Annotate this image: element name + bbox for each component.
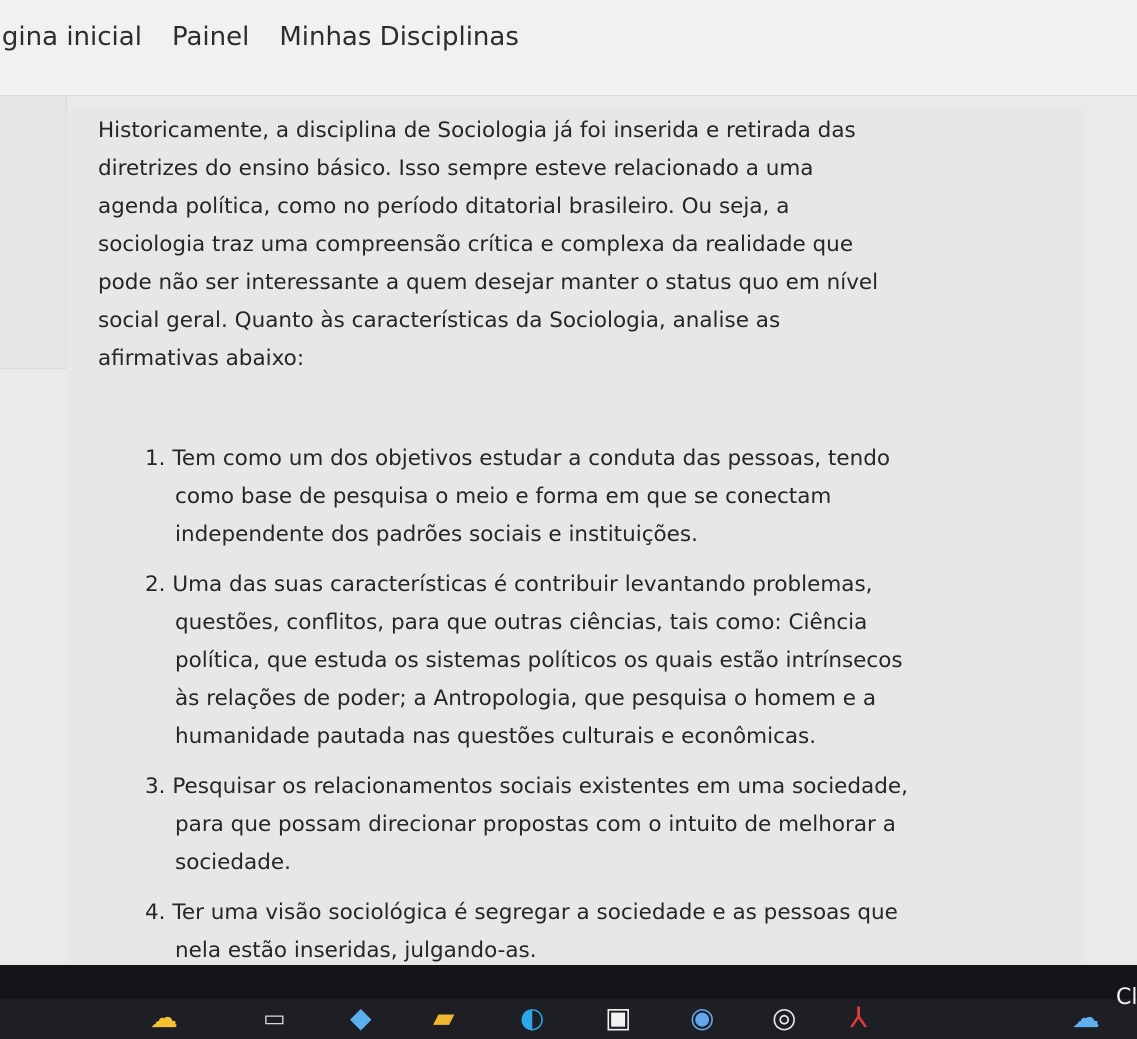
statement-item-4: 4. Ter uma visão sociológica é segregar … — [145, 894, 1025, 970]
question-intro: Historicamente, a disciplina de Sociolog… — [98, 112, 1018, 378]
statement-number: 1. — [145, 446, 166, 471]
nav-my-courses-link[interactable]: Minhas Disciplinas — [279, 22, 519, 52]
store-icon[interactable]: ▣ — [605, 1003, 631, 1033]
top-navigation-bar: ágina inicial Painel Minhas Disciplinas — [0, 0, 1137, 96]
nav-home-link[interactable]: ágina inicial — [0, 22, 142, 52]
intro-line: Historicamente, a disciplina de Sociolog… — [98, 118, 856, 143]
statement-line: Pesquisar os relacionamentos sociais exi… — [172, 774, 908, 799]
statement-line: Ter uma visão sociológica é segregar a s… — [172, 900, 898, 925]
app-icon[interactable]: ◉ — [690, 1003, 714, 1033]
intro-line: agenda política, como no período ditator… — [98, 194, 790, 219]
statement-line: política, que estuda os sistemas polític… — [175, 648, 903, 673]
chrome-icon[interactable]: ◎ — [772, 1003, 796, 1033]
statement-number: 3. — [145, 774, 166, 799]
statement-line: Uma das suas características é contribui… — [172, 572, 873, 597]
statement-number: 4. — [145, 900, 166, 925]
statement-line: como base de pesquisa o meio e forma em … — [175, 484, 832, 509]
tray-weather-icon[interactable]: ☁ — [1072, 1003, 1100, 1033]
statement-number: 2. — [145, 572, 166, 597]
statement-line: questões, conflitos, para que outras ciê… — [175, 610, 868, 635]
intro-line: social geral. Quanto às características … — [98, 308, 781, 333]
statement-line: sociedade. — [175, 850, 291, 875]
intro-line: pode não ser interessante a quem desejar… — [98, 270, 879, 295]
statement-item-3: 3. Pesquisar os relacionamentos sociais … — [145, 768, 1025, 882]
copilot-icon[interactable]: ◆ — [350, 1003, 372, 1033]
acrobat-icon[interactable]: ⅄ — [850, 1003, 867, 1033]
breadcrumb-nav: ágina inicial Painel Minhas Disciplinas — [0, 22, 519, 52]
statement-list: 1. Tem como um dos objetivos estudar a c… — [145, 440, 1025, 982]
clock-partial[interactable]: Cl — [1116, 985, 1137, 1010]
file-explorer-icon[interactable]: ▰ — [433, 1003, 455, 1033]
side-panel — [0, 96, 67, 369]
taskbar-shade — [0, 965, 1137, 999]
nav-dashboard-link[interactable]: Painel — [172, 22, 249, 52]
intro-line: sociologia traz uma compreensão crítica … — [98, 232, 854, 257]
intro-line: afirmativas abaixo: — [98, 346, 305, 371]
statement-item-2: 2. Uma das suas características é contri… — [145, 566, 1025, 756]
statement-line: independente dos padrões sociais e insti… — [175, 522, 698, 547]
intro-line: diretrizes do ensino básico. Isso sempre… — [98, 156, 814, 181]
statement-line: humanidade pautada nas questões culturai… — [175, 724, 817, 749]
task-view-icon[interactable]: ▭ — [263, 1003, 286, 1033]
statement-line: para que possam direcionar propostas com… — [175, 812, 896, 837]
edge-icon[interactable]: ◐ — [520, 1003, 544, 1033]
statement-line: Tem como um dos objetivos estudar a cond… — [172, 446, 891, 471]
statement-line: às relações de poder; a Antropologia, qu… — [175, 686, 877, 711]
statement-item-1: 1. Tem como um dos objetivos estudar a c… — [145, 440, 1025, 554]
weather-icon[interactable]: ☁ — [150, 1003, 178, 1033]
